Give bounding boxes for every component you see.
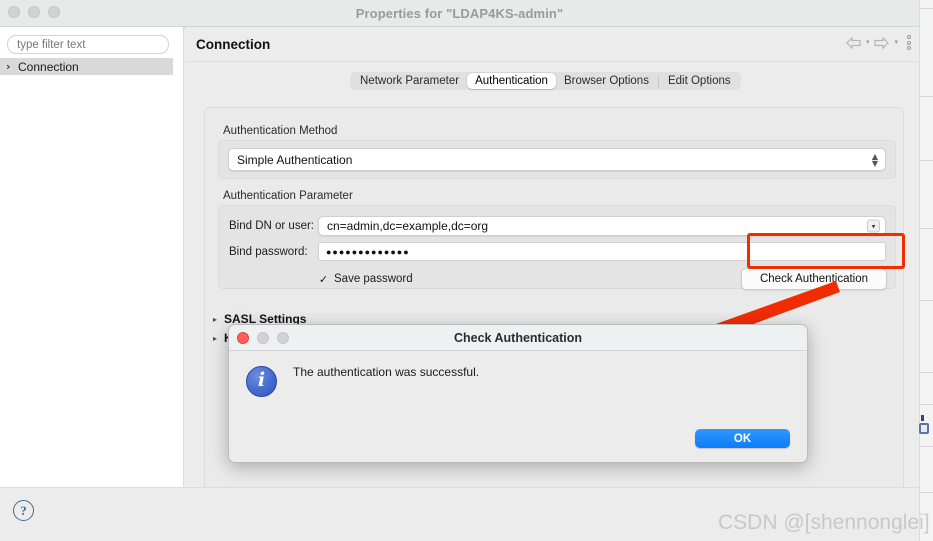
checkmark-icon: ✓ <box>318 272 329 286</box>
help-question-icon[interactable]: ? <box>13 500 34 521</box>
tab-browser-options[interactable]: Browser Options <box>556 73 657 89</box>
forward-arrow-icon[interactable] <box>873 36 890 50</box>
more-vertical-icon[interactable] <box>907 35 911 50</box>
tab-separator <box>657 75 659 87</box>
content-header: Connection ▾ ▾ <box>185 27 919 62</box>
authentication-method-value: Simple Authentication <box>237 152 353 167</box>
content-nav-tools: ▾ ▾ <box>845 35 911 50</box>
dialog-close-button[interactable] <box>237 332 249 344</box>
save-password-label: Save password <box>334 273 413 285</box>
bind-dn-combobox[interactable]: cn=admin,dc=example,dc=org ▾ <box>318 216 886 236</box>
back-arrow-icon[interactable] <box>845 36 862 50</box>
bind-password-input[interactable]: ●●●●●●●●●●●●● <box>318 242 886 261</box>
check-authentication-button[interactable]: Check Authentication <box>741 268 887 290</box>
bind-dn-label: Bind DN or user: <box>229 220 315 232</box>
close-button[interactable] <box>8 6 20 18</box>
dialog-title: Check Authentication <box>453 330 583 345</box>
zoom-button[interactable] <box>48 6 60 18</box>
stepper-icon[interactable]: ▲ ▼ <box>872 152 878 167</box>
filter-input[interactable] <box>7 35 169 54</box>
chevron-down-icon[interactable]: ▾ <box>867 219 880 233</box>
background-window-strip <box>919 0 933 541</box>
authentication-parameter-label: Authentication Parameter <box>223 190 353 202</box>
tab-network-parameter[interactable]: Network Parameter <box>352 73 467 89</box>
bind-password-value: ●●●●●●●●●●●●● <box>326 246 410 257</box>
save-password-checkbox[interactable]: ✓ Save password <box>318 273 413 285</box>
triangle-right-icon[interactable]: ▸ <box>213 315 217 324</box>
dialog-message: The authentication was successful. <box>293 365 480 379</box>
page-title: Connection <box>196 37 271 52</box>
tab-bar: Network Parameter Authentication Browser… <box>350 72 741 90</box>
dialog-zoom-button[interactable] <box>277 332 289 344</box>
check-authentication-dialog: Check Authentication i The authenticatio… <box>228 324 808 463</box>
bind-password-label: Bind password: <box>229 246 308 258</box>
info-icon-glyph: i <box>257 369 266 391</box>
dialog-ok-button[interactable]: OK <box>695 429 790 448</box>
window-title: Properties for "LDAP4KS-admin" <box>355 5 564 21</box>
back-dropdown-caret-icon[interactable]: ▾ <box>866 39 870 46</box>
chevron-right-icon[interactable]: › <box>6 60 18 73</box>
tab-authentication[interactable]: Authentication <box>467 73 556 89</box>
window-controls[interactable] <box>8 6 60 18</box>
background-window-icon <box>919 415 931 437</box>
window-titlebar: Properties for "LDAP4KS-admin" <box>0 0 919 27</box>
dialog-titlebar: Check Authentication <box>229 325 807 351</box>
dialog-minimize-button[interactable] <box>257 332 269 344</box>
forward-dropdown-caret-icon[interactable]: ▾ <box>894 39 898 46</box>
info-icon: i <box>246 366 277 397</box>
settings-sidebar: › Connection <box>0 27 184 487</box>
minimize-button[interactable] <box>28 6 40 18</box>
dialog-footer <box>0 487 919 541</box>
authentication-method-label: Authentication Method <box>223 125 338 137</box>
sidebar-item-label: Connection <box>18 59 79 74</box>
triangle-right-icon[interactable]: ▸ <box>213 334 217 343</box>
authentication-method-select[interactable]: Simple Authentication ▲ ▼ <box>228 148 886 171</box>
dialog-window-controls[interactable] <box>237 332 289 344</box>
bind-dn-value: cn=admin,dc=example,dc=org <box>327 219 489 233</box>
app-window: Properties for "LDAP4KS-admin" › Connect… <box>0 0 933 541</box>
tab-edit-options[interactable]: Edit Options <box>660 73 739 89</box>
sidebar-item-connection[interactable]: › Connection <box>0 58 173 75</box>
